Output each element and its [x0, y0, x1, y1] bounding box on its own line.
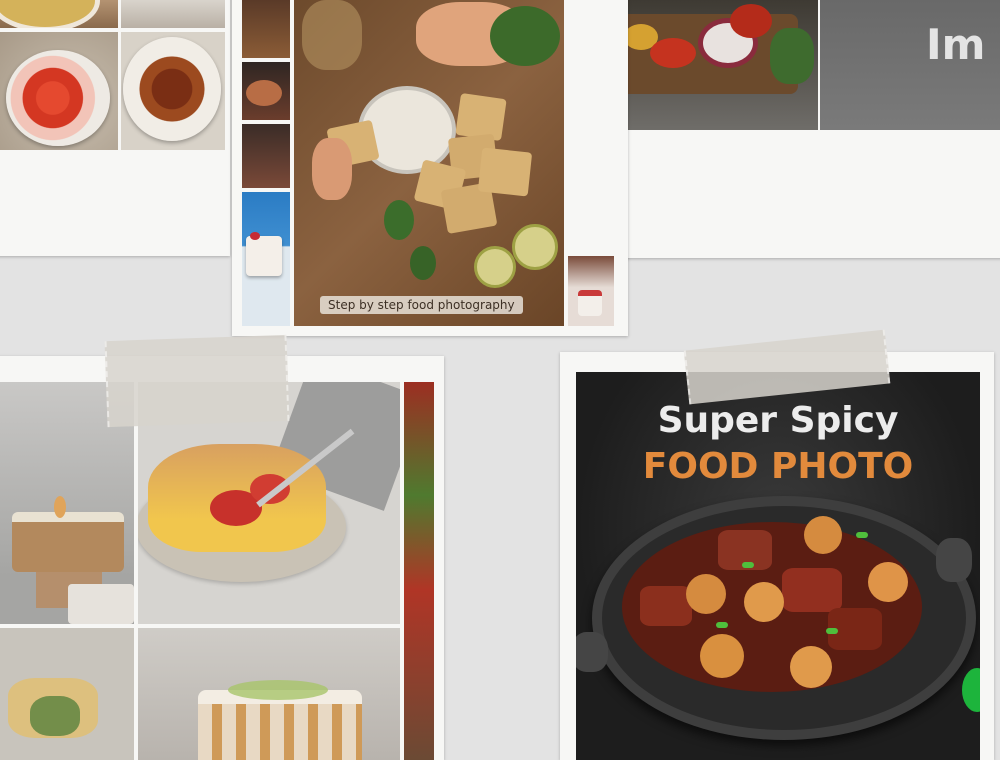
- print-top-left: [0, 0, 230, 256]
- panel-title-text: Im: [926, 20, 986, 69]
- green-badge-icon: [962, 668, 980, 712]
- photo-cake-slice: [0, 628, 134, 760]
- photo-strip-3: [242, 124, 290, 188]
- photo-strip-cake: [242, 192, 290, 326]
- tape-bottom-left: [104, 334, 290, 428]
- photo-title-panel: Im: [820, 0, 1000, 130]
- poster-title-line1: Super Spicy: [657, 400, 899, 441]
- photo-caption: Step by step food photography: [320, 296, 523, 314]
- photo-soup-bowl-top: [0, 0, 118, 28]
- photo-strip-1: [242, 0, 290, 58]
- print-center: Step by step food photography: [232, 0, 628, 336]
- print-bottom-right: Super Spicy FOOD PHOTO: [560, 352, 994, 760]
- photo-strip-right: [568, 256, 614, 326]
- photo-drip-cake: [138, 628, 400, 760]
- photo-strip-2: [242, 62, 290, 120]
- photo-strip-berries: [404, 382, 434, 760]
- print-top-right: Im: [564, 0, 1000, 258]
- poster-title-line2: FOOD PHOTO: [642, 446, 914, 487]
- photo-tomato-salad: [0, 32, 118, 150]
- poster-spicy-food: Super Spicy FOOD PHOTO: [576, 372, 980, 760]
- photo-crackers-dip: Step by step food photography: [294, 0, 564, 326]
- photo-drinks-top: [121, 0, 225, 28]
- photo-soup-plate: [121, 32, 225, 150]
